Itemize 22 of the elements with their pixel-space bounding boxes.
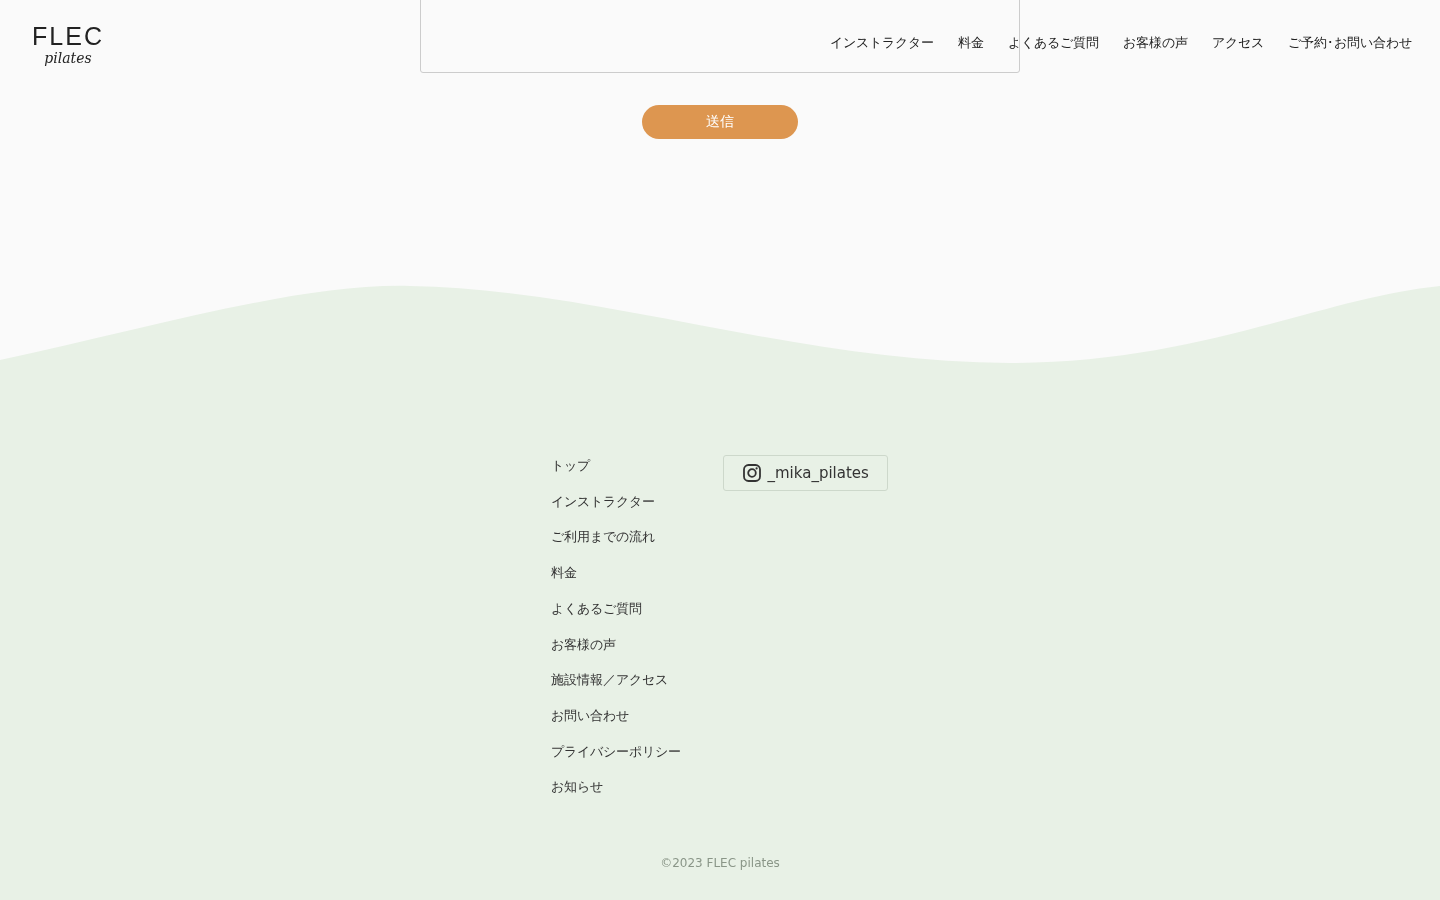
- footer-link[interactable]: 料金: [550, 562, 693, 584]
- footer-link[interactable]: お客様の声: [550, 633, 693, 656]
- footer-link[interactable]: お問い合わせ: [550, 704, 693, 727]
- copyright-text: ©2023 FLEC pilates: [660, 856, 780, 871]
- logo-subtitle[interactable]: pilates: [44, 49, 92, 67]
- instagram-link[interactable]: _mika_pilates: [722, 455, 888, 491]
- footer-link[interactable]: お知らせ: [550, 776, 693, 799]
- nav-link[interactable]: 料金: [958, 34, 984, 52]
- nav-link[interactable]: アクセス: [1212, 34, 1264, 52]
- nav-link[interactable]: ご予約･お問い合わせ: [1288, 34, 1412, 52]
- nav-link[interactable]: よくあるご質問: [1008, 34, 1099, 52]
- instagram-icon: [741, 463, 762, 483]
- footer-link[interactable]: プライバシーポリシー: [550, 740, 693, 763]
- footer-link[interactable]: よくあるご質問: [550, 597, 693, 620]
- message-field[interactable]: [420, 0, 1020, 73]
- footer-link[interactable]: ご利用までの流れ: [550, 526, 693, 549]
- footer-link[interactable]: 施設情報／アクセス: [550, 669, 693, 691]
- nav-link[interactable]: インストラクター: [830, 34, 934, 52]
- nav-link[interactable]: お客様の声: [1123, 34, 1188, 52]
- logo-title[interactable]: FLEC: [32, 24, 104, 49]
- footer-link[interactable]: トップ: [550, 455, 693, 477]
- footer-link[interactable]: インストラクター: [550, 490, 693, 513]
